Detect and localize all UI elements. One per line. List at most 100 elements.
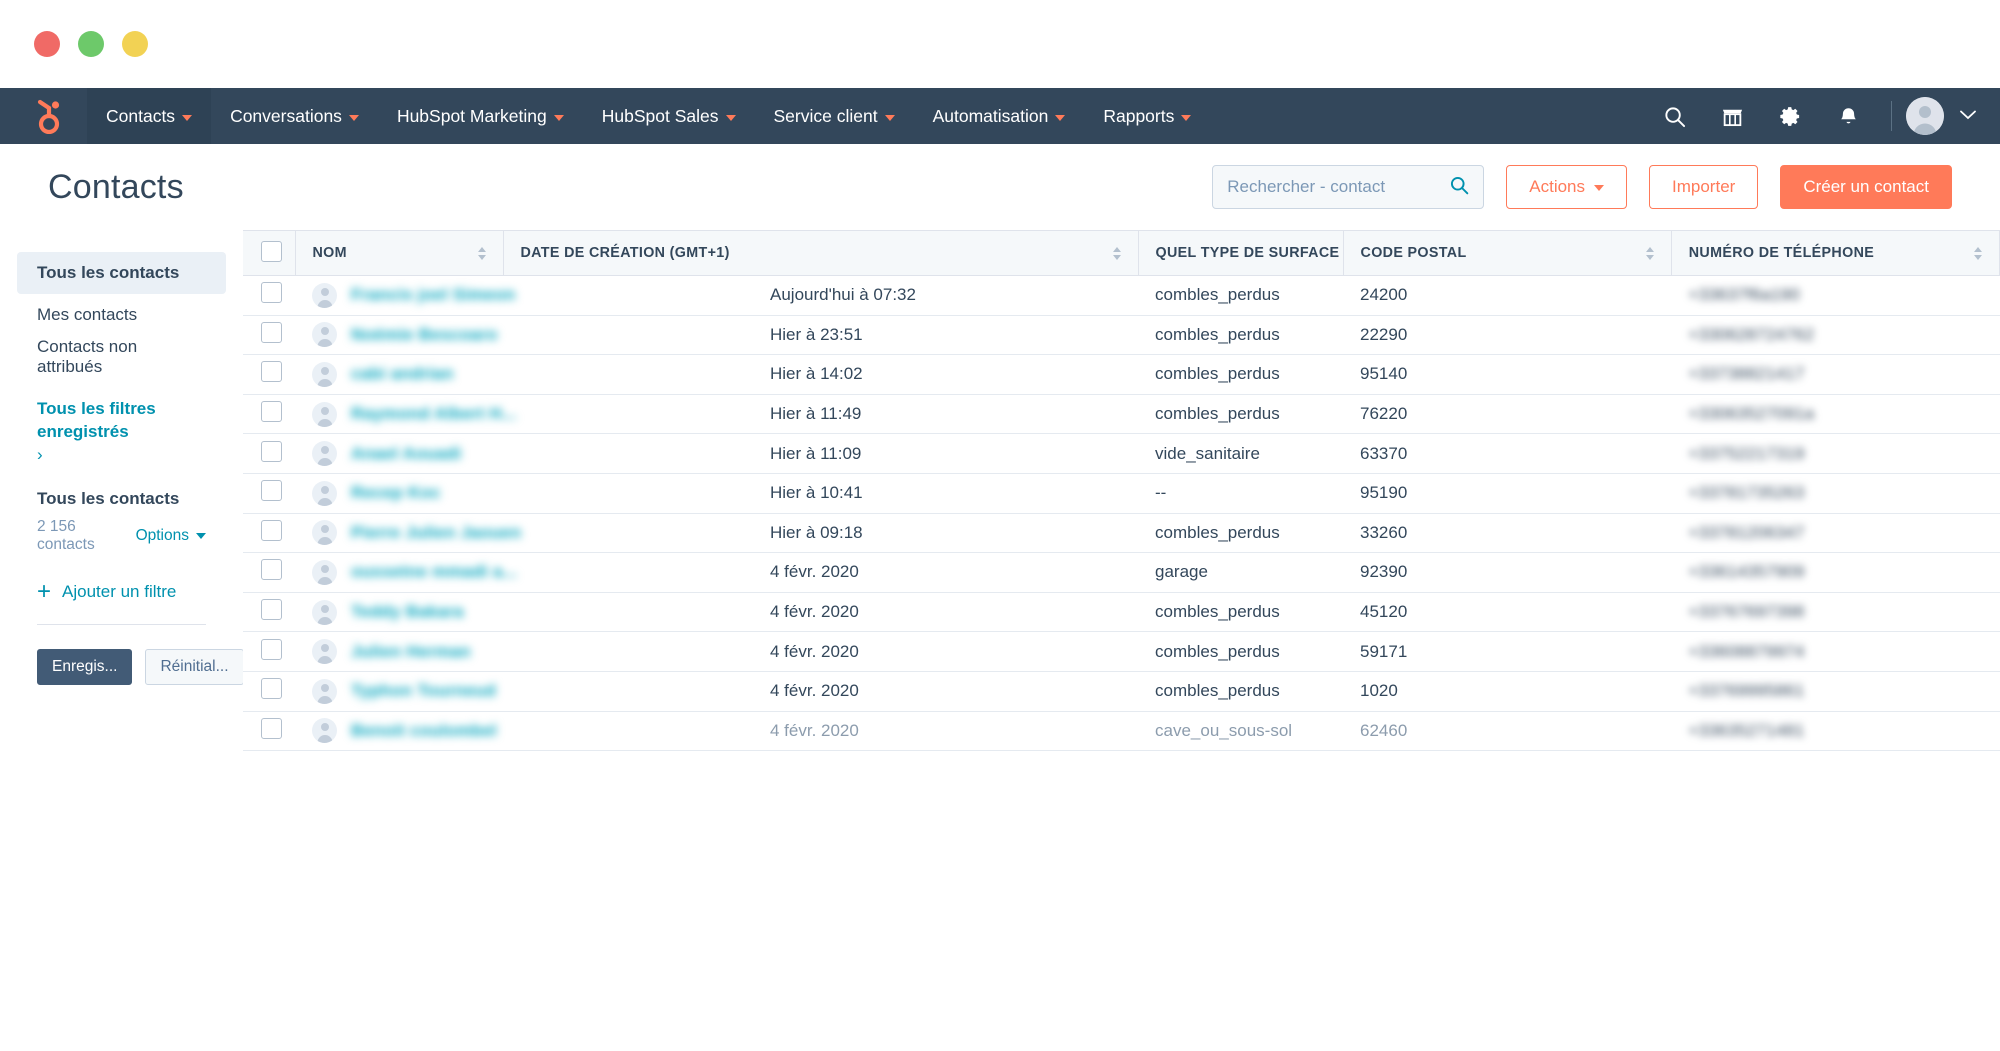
window-minimize-button[interactable] xyxy=(78,31,104,57)
sidebar-item-tous-les-contacts[interactable]: Tous les contacts xyxy=(17,252,226,294)
sidebar: Tous les contacts Mes contacts Contacts … xyxy=(0,230,244,1051)
cell-code-postal: 59171 xyxy=(1343,631,1672,672)
sort-icon[interactable] xyxy=(477,246,486,260)
table-row[interactable]: Pierre Julien Jaouen Hier à 09:18 combles_… xyxy=(243,513,2000,554)
column-header-code-postal[interactable]: CODE POSTAL xyxy=(1343,230,1672,276)
table-row[interactable]: Anael Aouadi Hier à 11:09 vide_sanitaire 63… xyxy=(243,433,2000,474)
contact-name-link[interactable]: cabi andrian xyxy=(351,364,454,384)
cell-date-creation: Aujourd'hui à 07:32 xyxy=(753,275,1139,316)
row-checkbox[interactable] xyxy=(261,559,282,581)
sort-icon[interactable] xyxy=(1974,246,1982,260)
phone-value: +33752217319 xyxy=(1688,443,1805,463)
row-checkbox[interactable] xyxy=(261,519,282,541)
table-row[interactable]: Typhon Tourneud 4 févr. 2020 combles_perdu… xyxy=(243,671,2000,712)
cell-nom: Anael Aouadi xyxy=(295,433,753,474)
sidebar-item-mes-contacts[interactable]: Mes contacts xyxy=(17,294,226,336)
table-row[interactable]: Francis joel Simeon Aujourd'hui à 07:32 co… xyxy=(243,275,2000,316)
nav-item-label: HubSpot Sales xyxy=(601,105,719,126)
contact-name-link[interactable]: Francis joel Simeon xyxy=(351,285,515,305)
cell-numero-telephone: +33781735263 xyxy=(1671,473,2000,514)
table-row[interactable]: Benoit coulombel 4 févr. 2020 cave_ou_sous… xyxy=(243,711,2000,752)
column-header-type-surface[interactable]: QUEL TYPE DE SURFACE SOUHAITEZ-VOUS ISOL… xyxy=(1138,230,1566,276)
contact-name-link[interactable]: oussetne mmadi a... xyxy=(351,562,517,582)
nav-item-service-client[interactable]: Service client xyxy=(755,88,914,144)
nav-item-hubspot-marketing[interactable]: HubSpot Marketing xyxy=(378,88,583,144)
contact-name-link[interactable]: Julien Herman xyxy=(351,642,471,662)
table-row[interactable]: oussetne mmadi a... 4 févr. 2020 garage 923… xyxy=(243,552,2000,593)
filter-options-dropdown[interactable]: Options xyxy=(136,527,206,545)
search-contact-field[interactable] xyxy=(1212,165,1485,209)
row-checkbox[interactable] xyxy=(261,321,282,343)
hubspot-logo-icon[interactable] xyxy=(0,88,87,144)
select-all-checkbox[interactable] xyxy=(261,240,282,262)
import-button[interactable]: Importer xyxy=(1649,165,1759,209)
cell-code-postal: 1020 xyxy=(1343,671,1672,712)
table-row[interactable]: Julien Herman 4 févr. 2020 combles_perdus 5… xyxy=(243,631,2000,672)
contact-name-link[interactable]: Teddy Bakara xyxy=(351,602,464,622)
column-header-numero-telephone[interactable]: NUMÉRO DE TÉLÉPHONE xyxy=(1671,230,2000,276)
column-header-date-creation[interactable]: DATE DE CRÉATION (GMT+1) xyxy=(503,230,1139,276)
chevron-down-icon[interactable] xyxy=(1960,107,1976,125)
create-contact-button[interactable]: Créer un contact xyxy=(1780,165,1952,209)
sort-icon[interactable] xyxy=(1112,246,1121,260)
table-row[interactable]: Teddy Bakara 4 févr. 2020 combles_perdus 45… xyxy=(243,592,2000,633)
chevron-down-icon xyxy=(553,114,564,121)
contacts-table: NOM DATE DE CRÉATION (GMT+1) QUEL TYPE D… xyxy=(243,230,2000,752)
contact-name-link[interactable]: Anael Aouadi xyxy=(351,444,461,464)
contact-name-link[interactable]: Benoit coulombel xyxy=(351,721,497,741)
row-checkbox[interactable] xyxy=(261,599,282,621)
row-checkbox[interactable] xyxy=(261,717,282,739)
bell-icon[interactable] xyxy=(1819,88,1877,144)
chevron-down-icon xyxy=(1055,114,1066,121)
avatar[interactable] xyxy=(1906,97,1944,135)
search-input[interactable] xyxy=(1227,177,1450,197)
table-row[interactable]: Noémie Bescoaro Hier à 23:51 combles_perdu… xyxy=(243,315,2000,356)
cell-nom: Teddy Bakara xyxy=(295,592,753,633)
sidebar-item-contacts-non-attribues[interactable]: Contacts non attribués xyxy=(17,336,226,378)
nav-item-rapports[interactable]: Rapports xyxy=(1084,88,1210,144)
nav-item-contacts[interactable]: Contacts xyxy=(87,88,212,144)
save-filter-button[interactable]: Enregis... xyxy=(37,648,133,685)
window-close-button[interactable] xyxy=(34,31,60,57)
sidebar-item-saved-filters[interactable]: Tous les filtres enregistrés › xyxy=(17,392,226,467)
row-checkbox[interactable] xyxy=(261,638,282,660)
contact-name-link[interactable]: Recep Koc xyxy=(351,483,441,503)
gear-icon[interactable] xyxy=(1761,88,1819,144)
nav-item-conversations[interactable]: Conversations xyxy=(211,88,378,144)
contact-name-link[interactable]: Raymond Albert H... xyxy=(351,404,517,424)
row-checkbox[interactable] xyxy=(261,440,282,462)
nav-item-hubspot-sales[interactable]: HubSpot Sales xyxy=(583,88,755,144)
phone-value: +33738821417 xyxy=(1688,364,1805,384)
row-checkbox[interactable] xyxy=(261,282,282,304)
actions-button[interactable]: Actions xyxy=(1506,165,1628,209)
contacts-count: 2 156 contacts xyxy=(37,517,95,553)
window-maximize-button[interactable] xyxy=(122,31,148,57)
marketplace-icon[interactable] xyxy=(1703,88,1761,144)
cell-date-creation: 4 févr. 2020 xyxy=(753,631,1139,672)
row-checkbox[interactable] xyxy=(261,480,282,502)
row-checkbox[interactable] xyxy=(261,678,282,700)
nav-item-automatisation[interactable]: Automatisation xyxy=(914,88,1085,144)
reset-filter-button[interactable]: Réinitial... xyxy=(145,648,244,685)
column-label: DATE DE CRÉATION (GMT+1) xyxy=(520,245,730,261)
sort-icon[interactable] xyxy=(1645,246,1654,260)
search-icon[interactable] xyxy=(1449,175,1469,200)
table-row[interactable]: Recep Koc Hier à 10:41 -- 95190 +33781735263 xyxy=(243,473,2000,514)
column-header-nom[interactable]: NOM xyxy=(295,230,504,276)
search-icon[interactable] xyxy=(1645,88,1703,144)
cell-date-creation: 4 févr. 2020 xyxy=(753,711,1139,752)
row-checkbox[interactable] xyxy=(261,361,282,383)
cell-type-surface: combles_perdus xyxy=(1138,275,1344,316)
sidebar-item-label: Mes contacts xyxy=(37,305,138,324)
row-select-cell xyxy=(243,513,295,554)
contact-name-link[interactable]: Noémie Bescoaro xyxy=(351,325,498,345)
table-row[interactable]: Raymond Albert H... Hier à 11:49 combles_p… xyxy=(243,394,2000,435)
contact-avatar-icon xyxy=(312,322,337,348)
contact-name-link[interactable]: Typhon Tourneud xyxy=(351,681,496,701)
cell-code-postal: 76220 xyxy=(1343,394,1672,435)
row-checkbox[interactable] xyxy=(261,401,282,423)
cell-code-postal: 95140 xyxy=(1343,354,1672,395)
table-row[interactable]: cabi andrian Hier à 14:02 combles_perdus 95… xyxy=(243,354,2000,395)
add-filter-button[interactable]: + Ajouter un filtre xyxy=(37,580,206,604)
contact-name-link[interactable]: Pierre Julien Jaouen xyxy=(351,523,521,543)
